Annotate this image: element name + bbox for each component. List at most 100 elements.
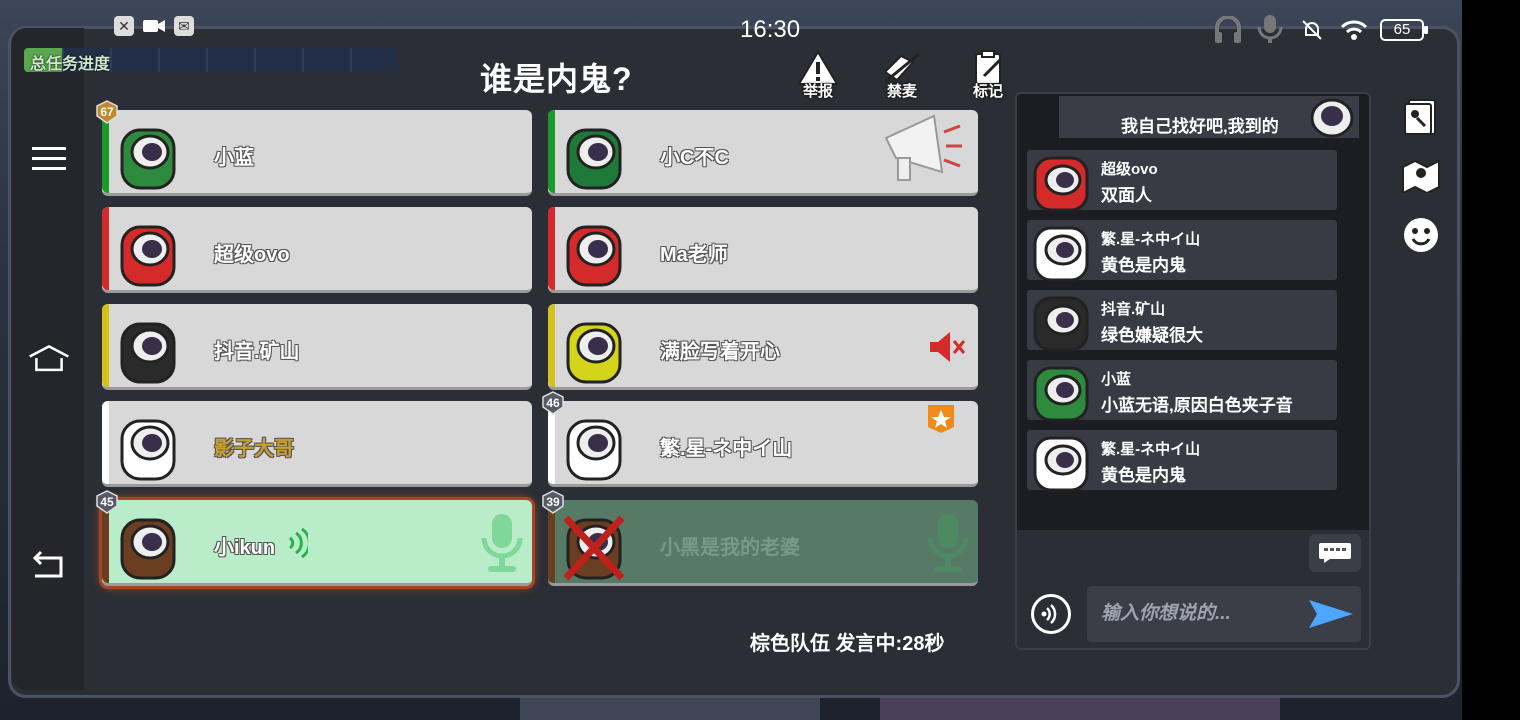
id-card-icon (1404, 99, 1436, 135)
status-bar: ✕ ✉ 16:30 65 (0, 10, 1462, 50)
player-level-badge: 46 (542, 391, 564, 415)
chat-panel: 我自己找好吧,我到的 超级ovo 双面人 繁.星-ネ中イ山 黄色是内鬼 抖音.矿山 绿色嫌… (1015, 92, 1371, 650)
game-mic-icon (1254, 15, 1286, 44)
player-card[interactable]: 小ikun 45 (96, 490, 532, 586)
player-color-stripe (102, 401, 109, 484)
player-level-badge: 39 (542, 490, 564, 514)
player-color-stripe (102, 304, 109, 387)
player-card[interactable]: 超级ovo (102, 207, 532, 293)
home-icon[interactable] (28, 338, 70, 380)
report-button[interactable]: 举报 (788, 50, 848, 100)
chat-message: 超级ovo 双面人 (1027, 150, 1337, 212)
chat-avatar-icon (1033, 366, 1089, 422)
player-card[interactable]: 满脸写着开心 (548, 304, 978, 390)
star-badge-icon (928, 405, 954, 433)
player-name: 繁.星-ネ中イ山 (660, 438, 793, 460)
megaphone-icon (884, 114, 962, 181)
chat-sender: 超级ovo (1101, 161, 1158, 178)
player-avatar-icon (120, 225, 176, 287)
player-name: 满脸写着开心 (660, 341, 780, 363)
chat-previous-text: 我自己找好吧,我到的 (1121, 117, 1279, 136)
player-color-stripe (102, 207, 109, 290)
map-button[interactable] (1398, 154, 1444, 196)
emoji-icon (1404, 218, 1438, 252)
voice-input-button[interactable] (1031, 594, 1071, 634)
chat-message: 繁.星-ネ中イ山 黄色是内鬼 (1027, 430, 1337, 492)
menu-icon[interactable] (28, 138, 70, 180)
back-icon[interactable] (28, 544, 70, 586)
microphone-icon (481, 514, 523, 572)
keyboard-button[interactable] (1309, 534, 1361, 572)
player-name: 抖音.矿山 (214, 341, 300, 363)
chat-text: 绿色嫌疑很大 (1101, 326, 1203, 345)
player-color-stripe (548, 207, 555, 290)
page-title: 谁是内鬼? (480, 61, 633, 97)
chat-sender: 小蓝 (1101, 371, 1132, 388)
chat-bubble-icon (1319, 543, 1351, 563)
mute-label: 禁麦 (886, 83, 917, 100)
report-label: 举报 (802, 83, 833, 100)
map-icon (1402, 159, 1440, 193)
player-name: Ma老师 (660, 244, 728, 266)
screen-edge (1462, 0, 1520, 720)
send-icon (1309, 600, 1353, 628)
voice-waves-icon (1041, 604, 1057, 624)
message-icon: ✉ (174, 16, 194, 36)
send-button[interactable] (1307, 596, 1355, 632)
chat-text: 黄色是内鬼 (1101, 256, 1186, 275)
mute-bell-icon (1296, 16, 1328, 44)
card-button[interactable] (1398, 96, 1444, 138)
astronaut-avatar-icon (1310, 98, 1354, 138)
player-avatar-icon (566, 322, 622, 384)
mark-label: 标记 (972, 83, 1003, 100)
player-level-badge: 67 (96, 100, 118, 124)
player-name: 超级ovo (214, 244, 290, 266)
player-avatar-icon (120, 518, 176, 580)
player-avatar-icon (120, 128, 176, 190)
bg-floor-panel-2 (880, 695, 1280, 720)
speaking-waves-icon (288, 528, 308, 558)
chat-message: 小蓝小蓝无语,原因白色夹子音 (1027, 360, 1337, 422)
video-camera-icon (142, 16, 166, 41)
mute-mic-button[interactable]: 禁麦 (872, 50, 932, 100)
chat-sender: 抖音.矿山 (1101, 301, 1166, 318)
chat-sender: 繁.星-ネ中イ山 (1101, 441, 1201, 458)
player-card[interactable]: 繁.星-ネ中イ山 46 (542, 391, 978, 487)
chat-avatar-icon (1033, 226, 1089, 282)
speaking-status: 棕色队伍 发言中:28秒 (750, 633, 945, 655)
chat-text: 双面人 (1101, 186, 1152, 205)
headset-icon (1212, 16, 1244, 44)
speaker-muted-icon (930, 332, 966, 362)
chat-avatar-icon (1033, 156, 1089, 212)
player-name: 小C不C (660, 147, 729, 169)
player-color-stripe (548, 304, 555, 387)
player-card[interactable]: 小蓝 67 (96, 100, 532, 196)
player-name: 小ikun (214, 537, 276, 559)
player-avatar-icon (566, 225, 622, 287)
player-name: 小黑是我的老婆 (660, 537, 800, 559)
battery-indicator: 65 (1380, 19, 1428, 41)
player-name: 小蓝 (214, 147, 254, 169)
player-avatar-icon (566, 128, 622, 190)
player-card[interactable]: 抖音.矿山 (102, 304, 532, 390)
player-level-badge: 45 (96, 490, 118, 514)
mark-button[interactable]: 标记 (958, 50, 1018, 100)
chat-previous-message: 我自己找好吧,我到的 (1059, 96, 1359, 138)
chat-avatar-icon (1033, 436, 1089, 492)
player-avatar-icon (120, 322, 176, 384)
chat-message: 抖音.矿山绿色嫌疑很大 (1027, 290, 1337, 352)
player-avatar-icon (563, 515, 625, 581)
player-card[interactable]: 小黑是我的老婆 39 (542, 490, 978, 586)
chat-sender: 繁.星-ネ中イ山 (1101, 231, 1201, 248)
emoji-button[interactable] (1398, 214, 1444, 256)
player-card[interactable]: 小C不C (548, 110, 978, 196)
task-progress-label: 总任务进度 (30, 56, 111, 73)
player-card[interactable]: 影子大哥 (102, 401, 532, 487)
chat-text: 小蓝无语,原因白色夹子音 (1101, 396, 1293, 415)
microphone-icon (927, 514, 969, 572)
chat-avatar-icon (1033, 296, 1089, 352)
player-card[interactable]: Ma老师 (548, 207, 978, 293)
player-name: 影子大哥 (214, 438, 294, 460)
chat-message: 繁.星-ネ中イ山 黄色是内鬼 (1027, 220, 1337, 282)
nav-sidebar (12, 28, 84, 690)
